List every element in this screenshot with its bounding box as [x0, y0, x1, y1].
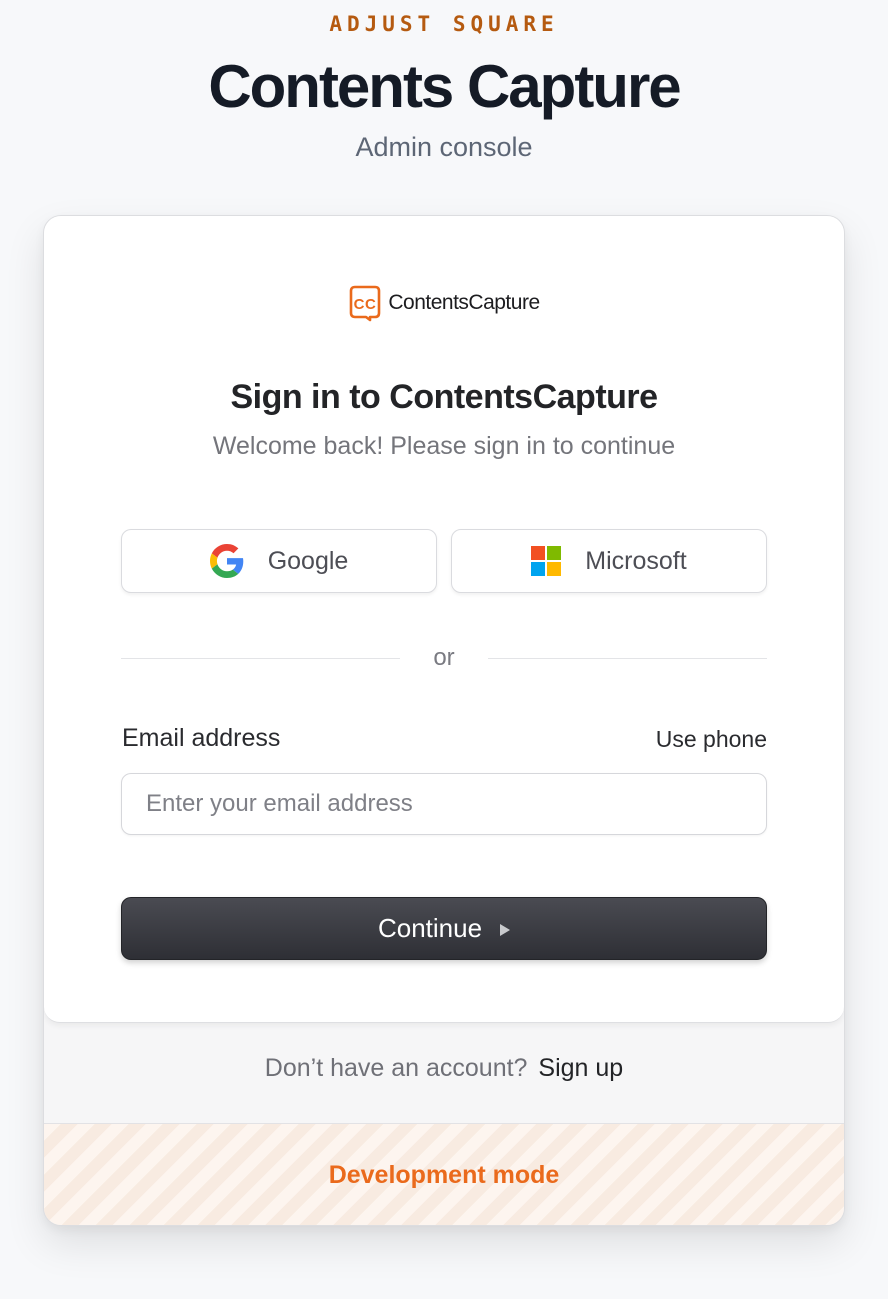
signup-prompt: Don’t have an account? Sign up: [44, 1054, 844, 1083]
play-icon: [500, 923, 511, 936]
continue-button-label: Continue: [377, 913, 483, 943]
logo-mark-letters: CC: [354, 296, 377, 313]
email-input[interactable]: [121, 773, 767, 835]
microsoft-signin-button[interactable]: Microsoft: [451, 529, 767, 593]
contentscapture-logo-icon: CC: [350, 285, 381, 322]
signup-prompt-text: Don’t have an account?: [264, 1054, 528, 1082]
continue-button[interactable]: Continue: [121, 897, 767, 960]
google-button-label: Google: [267, 546, 349, 575]
email-label: Email address: [122, 724, 281, 752]
development-mode-label: Development mode: [328, 1160, 560, 1189]
brand-logo: CC ContentsCapture: [44, 284, 844, 322]
signup-link[interactable]: Sign up: [538, 1054, 623, 1082]
use-phone-link[interactable]: Use phone: [656, 726, 767, 753]
divider-line-left: [121, 657, 400, 659]
google-icon: [209, 544, 243, 578]
app-subtitle: Admin console: [355, 132, 533, 162]
divider-text: or: [433, 644, 455, 671]
development-mode-banner: Development mode: [44, 1123, 844, 1225]
signin-card: CC ContentsCapture Sign in to ContentsCa…: [43, 215, 845, 1226]
divider-line-right: [488, 657, 767, 659]
microsoft-button-label: Microsoft: [585, 546, 687, 575]
app-title: Contents Capture: [208, 53, 681, 120]
signin-title: Sign in to ContentsCapture: [230, 378, 658, 416]
signin-card-main: CC ContentsCapture Sign in to ContentsCa…: [44, 216, 844, 1023]
google-signin-button[interactable]: Google: [121, 529, 437, 593]
logo-text: ContentsCapture: [388, 291, 540, 314]
microsoft-icon: [531, 546, 562, 576]
or-divider: or: [121, 640, 767, 676]
signin-subtitle: Welcome back! Please sign in to continue: [212, 432, 676, 460]
eyebrow-label: ADJUST SQUARE: [329, 12, 559, 36]
